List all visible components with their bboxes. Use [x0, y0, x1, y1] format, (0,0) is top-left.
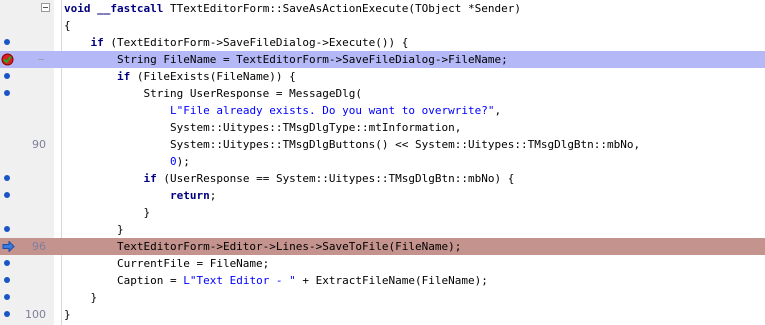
code-text: if (FileExists(FileName)) {	[116, 70, 296, 83]
code-line[interactable]: }	[0, 289, 765, 306]
code-text: String UserResponse = MessageDlg(	[64, 87, 363, 100]
fold-collapse-icon[interactable]	[41, 3, 50, 12]
code-text: {	[64, 19, 71, 32]
code-line[interactable]: 100 }	[0, 306, 765, 323]
blue-dot-icon[interactable]	[4, 277, 10, 283]
code-line[interactable]: }	[0, 204, 765, 221]
blue-dot-icon[interactable]	[4, 311, 10, 317]
blue-dot-icon[interactable]	[4, 192, 10, 198]
code-line[interactable]: 0);	[0, 153, 765, 170]
blue-dot-icon[interactable]	[4, 90, 10, 96]
code-line[interactable]: void __fastcall TTextEditorForm::SaveAsA…	[0, 0, 765, 17]
code-text: void __fastcall TTextEditorForm::SaveAsA…	[64, 2, 521, 15]
blue-dot-icon[interactable]	[4, 39, 10, 45]
code-text: Caption = L"Text Editor - " + ExtractFil…	[64, 274, 488, 287]
code-line[interactable]: Caption = L"Text Editor - " + ExtractFil…	[0, 272, 765, 289]
code-line[interactable]: CurrentFile = FileName;	[0, 255, 765, 272]
code-text: System::Uitypes::TMsgDlgType::mtInformat…	[64, 121, 462, 134]
code-line[interactable]: String UserResponse = MessageDlg(	[0, 85, 765, 102]
code-text: }	[64, 291, 98, 304]
code-text: }	[64, 223, 124, 236]
code-text: String FileName = TextEditorForm->SaveFi…	[64, 53, 508, 66]
code-editor[interactable]: void __fastcall TTextEditorForm::SaveAsA…	[0, 0, 765, 325]
code-text: if (TextEditorForm->SaveFileDialog->Exec…	[90, 36, 409, 49]
breakpoint-check-icon[interactable]	[1, 53, 14, 66]
blue-dot-icon[interactable]	[4, 294, 10, 300]
code-line[interactable]: 90 System::Uitypes::TMsgDlgButtons() << …	[0, 136, 765, 153]
code-line-execution-point[interactable]: 96 TextEditorForm->Editor->Lines->SaveTo…	[0, 238, 765, 255]
code-text: CurrentFile = FileName;	[64, 257, 270, 270]
blue-dot-icon[interactable]	[4, 260, 10, 266]
code-text: return;	[169, 189, 217, 202]
code-line[interactable]: {	[0, 17, 765, 34]
blue-dot-icon[interactable]	[4, 73, 10, 79]
code-line[interactable]: if (TextEditorForm->SaveFileDialog->Exec…	[0, 34, 765, 51]
code-text: L"File already exists. Do you want to ov…	[169, 104, 502, 117]
gutter-tick	[38, 59, 44, 60]
line-number: 100	[25, 308, 46, 321]
code-line[interactable]: if (FileExists(FileName)) {	[0, 68, 765, 85]
blue-dot-icon[interactable]	[4, 175, 10, 181]
execution-arrow-icon[interactable]	[2, 241, 15, 252]
code-line[interactable]: if (UserResponse == System::Uitypes::TMs…	[0, 170, 765, 187]
code-text: System::Uitypes::TMsgDlgButtons() << Sys…	[64, 138, 641, 151]
line-number: 96	[32, 240, 46, 253]
code-text: if (UserResponse == System::Uitypes::TMs…	[143, 172, 515, 185]
blue-dot-icon[interactable]	[4, 226, 10, 232]
code-line[interactable]: return;	[0, 187, 765, 204]
code-line[interactable]: }	[0, 221, 765, 238]
code-line[interactable]: System::Uitypes::TMsgDlgType::mtInformat…	[0, 119, 765, 136]
code-text: }	[64, 308, 71, 321]
code-text: TextEditorForm->Editor->Lines->SaveToFil…	[64, 240, 462, 253]
line-number: 90	[32, 138, 46, 151]
code-text: 0);	[169, 155, 190, 168]
code-line[interactable]: L"File already exists. Do you want to ov…	[0, 102, 765, 119]
code-text: }	[64, 206, 151, 219]
code-line-breakpoint[interactable]: String FileName = TextEditorForm->SaveFi…	[0, 51, 765, 68]
